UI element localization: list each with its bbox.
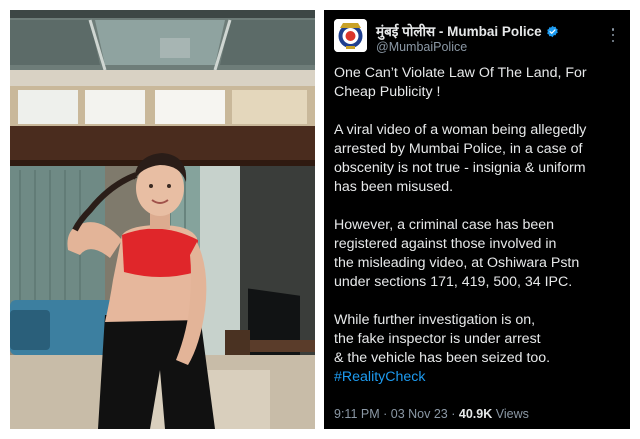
tweet-date[interactable]: 03 Nov 23 xyxy=(391,407,448,421)
tweet-meta: 9:11 PM · 03 Nov 23 · 40.9K Views xyxy=(334,407,529,421)
tweet-paragraph: However, a criminal case has been regist… xyxy=(334,217,580,290)
tweet-header: मुंबई पोलीस - Mumbai Police @MumbaiPolic… xyxy=(334,19,622,59)
tweet-paragraph: A viral video of a woman being allegedly… xyxy=(334,122,587,195)
tweet-paragraph: One Can’t Violate Law Of The Land, For C… xyxy=(334,65,587,100)
views-label: Views xyxy=(495,407,529,421)
display-name-row: मुंबई पोलीस - Mumbai Police xyxy=(376,22,559,40)
tweet-text: One Can’t Violate Law Of The Land, For C… xyxy=(334,64,626,387)
tweet-card[interactable]: मुंबई पोलीस - Mumbai Police @MumbaiPolic… xyxy=(324,10,630,429)
avatar[interactable] xyxy=(334,19,367,52)
user-handle[interactable]: @MumbaiPolice xyxy=(376,40,467,54)
mumbai-police-emblem-icon xyxy=(334,19,367,52)
meta-separator: · xyxy=(383,407,388,421)
woman-photo xyxy=(10,10,315,429)
tweet-time[interactable]: 9:11 PM xyxy=(334,407,380,421)
more-vertical-icon[interactable] xyxy=(608,28,618,42)
views-count: 40.9K xyxy=(458,407,493,421)
display-name[interactable]: मुंबई पोलीस - Mumbai Police xyxy=(376,22,542,40)
verified-badge-icon xyxy=(546,25,559,38)
hashtag-link[interactable]: #RealityCheck xyxy=(334,368,626,387)
tweet-paragraph: While further investigation is on, the f… xyxy=(334,312,551,366)
meta-separator: · xyxy=(451,407,456,421)
